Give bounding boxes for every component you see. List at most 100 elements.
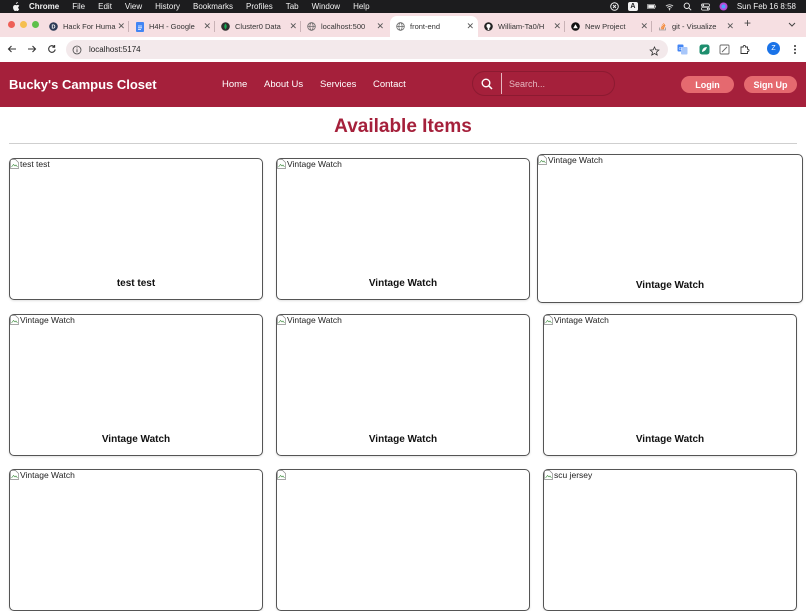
tab-cluster0-data[interactable]: Cluster0 Data ✕	[215, 16, 301, 37]
back-arrow-icon[interactable]	[6, 43, 18, 55]
main-nav: Home About Us Services Contact	[222, 79, 413, 90]
menu-help[interactable]: Help	[353, 2, 369, 11]
item-image[interactable]: Vintage Watch	[10, 470, 75, 480]
zoom-window-button[interactable]	[32, 21, 39, 28]
menu-view[interactable]: View	[125, 2, 142, 11]
item-card[interactable]: test test test test	[9, 158, 263, 300]
menubar-clock[interactable]: Sun Feb 16 8:58	[737, 2, 796, 11]
wifi-icon[interactable]	[665, 2, 674, 11]
new-tab-button[interactable]: +	[744, 16, 751, 30]
tab-new-project[interactable]: New Project ✕	[565, 16, 652, 37]
extension-leaf-icon[interactable]	[698, 43, 710, 55]
tab-close-icon[interactable]: ✕	[203, 22, 211, 31]
item-title: Vintage Watch	[635, 280, 705, 291]
siri-icon[interactable]	[719, 2, 728, 11]
window-controls	[8, 21, 39, 28]
login-button[interactable]: Login	[681, 76, 734, 93]
broken-image-icon	[277, 470, 286, 480]
extension-square-icon[interactable]	[718, 43, 730, 55]
broken-image-icon	[538, 155, 547, 165]
page-title: Available Items	[334, 116, 472, 137]
item-title: Vintage Watch	[368, 434, 438, 445]
tab-close-icon[interactable]: ✕	[376, 22, 384, 31]
item-image[interactable]: Vintage Watch	[277, 159, 342, 169]
item-card[interactable]: scu jersey	[543, 469, 797, 611]
menu-profiles[interactable]: Profiles	[246, 2, 273, 11]
tab-h4h-google-docs[interactable]: H4H - Google ✕	[129, 16, 215, 37]
item-card[interactable]	[276, 469, 530, 611]
stackoverflow-icon	[658, 22, 667, 31]
tab-close-icon[interactable]: ✕	[289, 22, 297, 31]
translate-icon[interactable]: G	[676, 43, 688, 55]
item-image[interactable]: Vintage Watch	[10, 315, 75, 325]
menu-bookmarks[interactable]: Bookmarks	[193, 2, 233, 11]
broken-image-icon	[10, 159, 19, 169]
item-card[interactable]: Vintage Watch Vintage Watch	[276, 158, 530, 300]
nav-about-us[interactable]: About Us	[264, 79, 320, 90]
item-image[interactable]: test test	[10, 159, 50, 169]
item-card-hovered[interactable]: Vintage Watch Vintage Watch	[537, 154, 803, 303]
item-card[interactable]: Vintage Watch Vintage Watch	[9, 314, 263, 456]
broken-image-icon	[277, 315, 286, 325]
menu-edit[interactable]: Edit	[98, 2, 112, 11]
item-card[interactable]: Vintage Watch	[9, 469, 263, 611]
tab-close-icon[interactable]: ✕	[726, 22, 734, 31]
item-image[interactable]: scu jersey	[544, 470, 592, 480]
item-title: Vintage Watch	[101, 434, 171, 445]
item-image[interactable]	[277, 470, 287, 480]
tab-close-icon[interactable]: ✕	[640, 22, 648, 31]
search-bar	[472, 71, 615, 96]
nav-home[interactable]: Home	[222, 79, 264, 90]
battery-icon[interactable]	[646, 2, 656, 11]
search-input[interactable]	[502, 78, 610, 89]
item-card[interactable]: Vintage Watch Vintage Watch	[543, 314, 797, 456]
tab-close-icon[interactable]: ✕	[553, 22, 561, 31]
search-icon[interactable]	[473, 72, 501, 95]
tab-front-end[interactable]: front-end ✕	[390, 16, 478, 37]
tab-hack-for-humanity[interactable]: D Hack For Huma ✕	[43, 16, 129, 37]
item-image[interactable]: Vintage Watch	[544, 315, 609, 325]
tab-search-chevron-icon[interactable]	[786, 18, 798, 30]
apple-logo-icon[interactable]	[10, 1, 20, 12]
signup-button[interactable]: Sign Up	[744, 76, 797, 93]
site-header: Bucky's Campus Closet Home About Us Serv…	[0, 62, 806, 107]
tab-localhost-5001[interactable]: localhost:500 ✕	[301, 16, 388, 37]
nav-services[interactable]: Services	[320, 79, 373, 90]
svg-text:D: D	[52, 24, 56, 30]
forward-arrow-icon[interactable]	[26, 43, 38, 55]
menu-window[interactable]: Window	[312, 2, 340, 11]
tab-close-icon[interactable]: ✕	[466, 22, 474, 31]
hack-for-humanity-icon: D	[49, 22, 58, 31]
menu-history[interactable]: History	[155, 2, 180, 11]
copilot-status-icon[interactable]	[610, 2, 619, 11]
tab-git-visualize[interactable]: git - Visualize ✕	[652, 16, 738, 37]
broken-image-icon	[544, 470, 553, 480]
nav-contact[interactable]: Contact	[373, 79, 413, 90]
address-bar[interactable]: localhost:5174	[66, 40, 668, 59]
vercel-icon	[571, 22, 580, 31]
tab-github-repo[interactable]: William-Ta0/H ✕	[478, 16, 565, 37]
reload-icon[interactable]	[46, 43, 58, 55]
url-text[interactable]: localhost:5174	[89, 45, 141, 54]
site-info-icon[interactable]	[72, 45, 82, 55]
menu-chrome[interactable]: Chrome	[29, 2, 59, 11]
item-card[interactable]: Vintage Watch Vintage Watch	[276, 314, 530, 456]
site-brand[interactable]: Bucky's Campus Closet	[9, 77, 157, 92]
profile-avatar[interactable]: Z	[767, 42, 780, 55]
globe-icon	[307, 22, 316, 31]
tab-close-icon[interactable]: ✕	[117, 22, 125, 31]
mongodb-icon	[221, 22, 230, 31]
more-menu-icon[interactable]	[789, 43, 801, 55]
bookmark-star-icon[interactable]	[649, 44, 660, 56]
item-image[interactable]: Vintage Watch	[277, 315, 342, 325]
input-source-indicator[interactable]: A	[627, 2, 638, 11]
extensions-puzzle-icon[interactable]	[738, 43, 750, 55]
minimize-window-button[interactable]	[20, 21, 27, 28]
close-window-button[interactable]	[8, 21, 15, 28]
menu-tab[interactable]: Tab	[286, 2, 299, 11]
control-center-icon[interactable]	[700, 2, 710, 11]
menu-file[interactable]: File	[72, 2, 85, 11]
broken-image-icon	[277, 159, 286, 169]
item-image[interactable]: Vintage Watch	[538, 155, 603, 165]
spotlight-search-icon[interactable]	[683, 2, 692, 11]
